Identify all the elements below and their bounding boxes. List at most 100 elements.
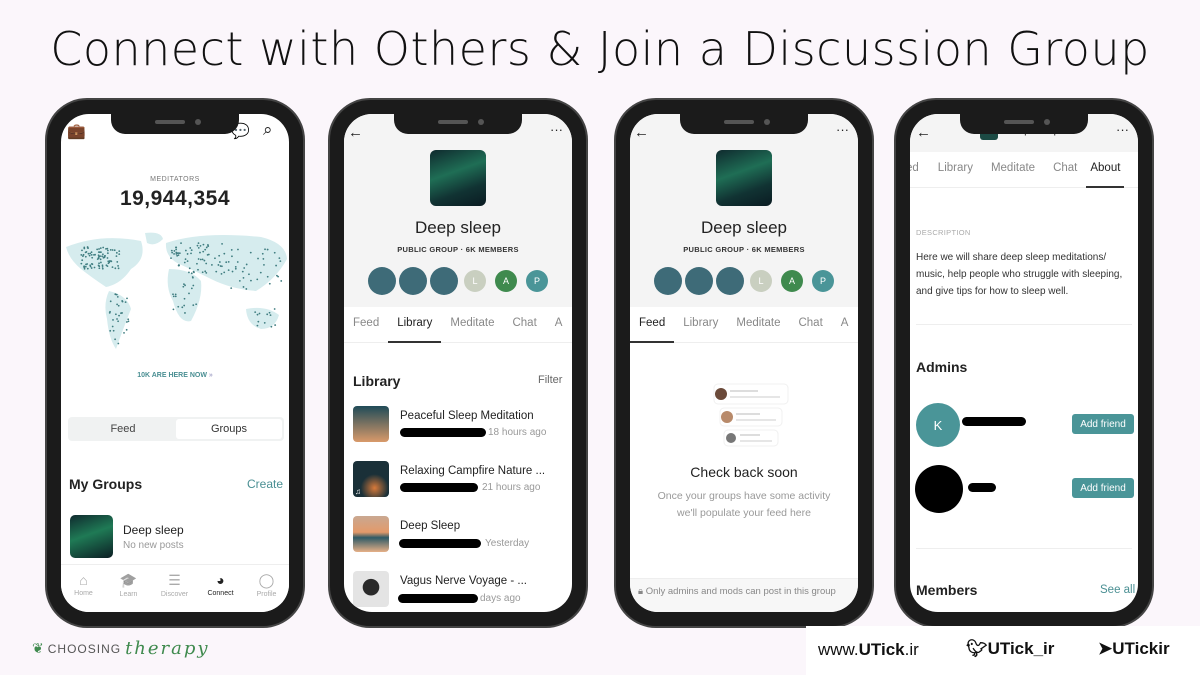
tab-about[interactable]: A (546, 307, 572, 343)
avatar: P (526, 270, 548, 292)
map-dot (118, 314, 120, 317)
nav-learn[interactable]: 🎓 Learn (106, 572, 151, 598)
search-icon[interactable]: ⌕ (263, 120, 273, 140)
map-dot (173, 253, 175, 255)
tab-feed[interactable]: ed (910, 152, 929, 188)
item-thumbnail: ♫ (353, 461, 389, 497)
tab-feed[interactable]: Feed (630, 307, 675, 343)
map-dot (205, 272, 208, 274)
twitter-handle[interactable]: 🐦︎UTick_ir (966, 639, 1054, 659)
group-name: Deep sleep (700, 218, 787, 237)
map-dot (109, 329, 112, 332)
map-dot (257, 257, 259, 260)
profile-icon: ◯ (258, 572, 275, 588)
tab-library[interactable]: Library (929, 152, 982, 188)
more-icon[interactable]: ··· (836, 122, 849, 137)
map-dot (117, 304, 120, 307)
map-dot (83, 265, 85, 268)
group-list-item[interactable]: Deep sleep No new posts (61, 513, 289, 561)
tab-library[interactable]: Library (388, 307, 442, 343)
group-name: Deep sleep (123, 523, 184, 537)
group-status: No new posts (123, 540, 184, 551)
map-dot (90, 262, 93, 265)
tab-meditate[interactable]: Meditate (982, 152, 1044, 188)
map-dot (170, 249, 173, 252)
map-dot (123, 332, 125, 334)
telegram-handle[interactable]: ➤UTickir (1098, 639, 1170, 659)
back-arrow-icon[interactable]: ← (348, 124, 363, 141)
map-dot (279, 260, 282, 263)
map-dot (93, 253, 95, 256)
tab-chat[interactable]: Chat (789, 307, 831, 343)
map-dot (280, 280, 283, 282)
more-icon[interactable]: ··· (1116, 122, 1129, 137)
library-item[interactable]: Deep Sleep Yesterday (344, 514, 572, 554)
map-dot (234, 265, 237, 268)
map-dot (173, 250, 176, 252)
admin-avatar[interactable]: K (916, 403, 960, 447)
briefcase-icon[interactable]: 💼 (67, 122, 86, 140)
map-dot (263, 321, 266, 324)
map-dot (80, 262, 83, 265)
map-dot (81, 259, 84, 262)
site-prefix: www. (818, 640, 859, 659)
map-dot (203, 259, 206, 262)
meditators-label: MEDITATORS (150, 176, 200, 183)
map-dot (242, 276, 245, 279)
library-item[interactable]: Peaceful Sleep Meditation 18 hours ago (344, 404, 572, 444)
back-arrow-icon[interactable]: ← (634, 124, 649, 141)
map-dot (217, 264, 220, 266)
tab-about[interactable]: About (1086, 152, 1125, 188)
nav-discover[interactable]: ☰ Discover (152, 572, 197, 598)
library-item[interactable]: ♫ Relaxing Campfire Nature ... 21 hours … (344, 459, 572, 499)
page-title: Connect with Others & Join a Discussion … (50, 22, 1150, 76)
add-friend-button[interactable]: Add friend (1072, 478, 1134, 498)
more-icon[interactable]: ··· (550, 122, 563, 137)
add-friend-button[interactable]: Add friend (1072, 414, 1134, 434)
admin-avatar[interactable] (915, 465, 963, 513)
here-now-link[interactable]: 10K ARE HERE NOW » (61, 372, 289, 379)
brand-prefix: CHOOSING (47, 641, 122, 656)
nav-profile[interactable]: ◯ Profile (244, 572, 289, 598)
tab-meditate[interactable]: Meditate (727, 307, 789, 343)
map-dot (127, 318, 130, 321)
map-dot (88, 254, 91, 257)
map-dot (83, 247, 86, 250)
map-dot (195, 303, 198, 306)
tab-meditate[interactable]: Meditate (441, 307, 503, 343)
back-arrow-icon[interactable]: ← (916, 124, 931, 141)
member-avatars: L A P (368, 267, 551, 295)
create-group-button[interactable]: Create (247, 477, 283, 491)
tab-about[interactable]: A (832, 307, 858, 343)
phone-connect: 💼 💬 ⌕ MEDITATORS 19,944,354 10K ARE HERE… (47, 100, 303, 626)
toggle-groups[interactable]: Groups (176, 419, 282, 439)
nav-home[interactable]: ⌂ Home (61, 572, 106, 597)
map-dot (197, 268, 199, 271)
map-dot (175, 248, 178, 251)
map-dot (112, 319, 114, 321)
map-dot (257, 320, 260, 323)
phone-about: Deep sleep ← ··· ed Library Meditate Cha… (896, 100, 1152, 626)
toggle-feed[interactable]: Feed (70, 419, 176, 439)
map-dot (276, 274, 278, 277)
tab-chat[interactable]: Chat (1044, 152, 1086, 188)
website-link[interactable]: www.UTick.ir (818, 640, 919, 660)
see-all-button[interactable]: See all (1100, 584, 1135, 596)
map-dot (189, 247, 192, 249)
map-dot (91, 256, 94, 259)
group-name: Deep sleep (414, 218, 501, 237)
tab-feed[interactable]: Feed (344, 307, 388, 343)
redacted-author (400, 483, 478, 492)
map-dot (105, 264, 108, 267)
nav-connect[interactable]: ◕ Connect (198, 572, 243, 597)
tab-library[interactable]: Library (674, 307, 727, 343)
library-item[interactable]: Vagus Nerve Voyage - ... days ago (344, 569, 572, 609)
map-dot (127, 320, 130, 323)
tab-chat[interactable]: Chat (503, 307, 545, 343)
brand-script: therapy (125, 638, 210, 659)
filter-button[interactable]: Filter (538, 374, 562, 386)
avatar (399, 267, 427, 295)
map-dot (108, 311, 111, 314)
feed-screen: ← ··· Deep sleep PUBLIC GROUP · 6K MEMBE… (630, 114, 858, 612)
map-dot (259, 271, 262, 274)
